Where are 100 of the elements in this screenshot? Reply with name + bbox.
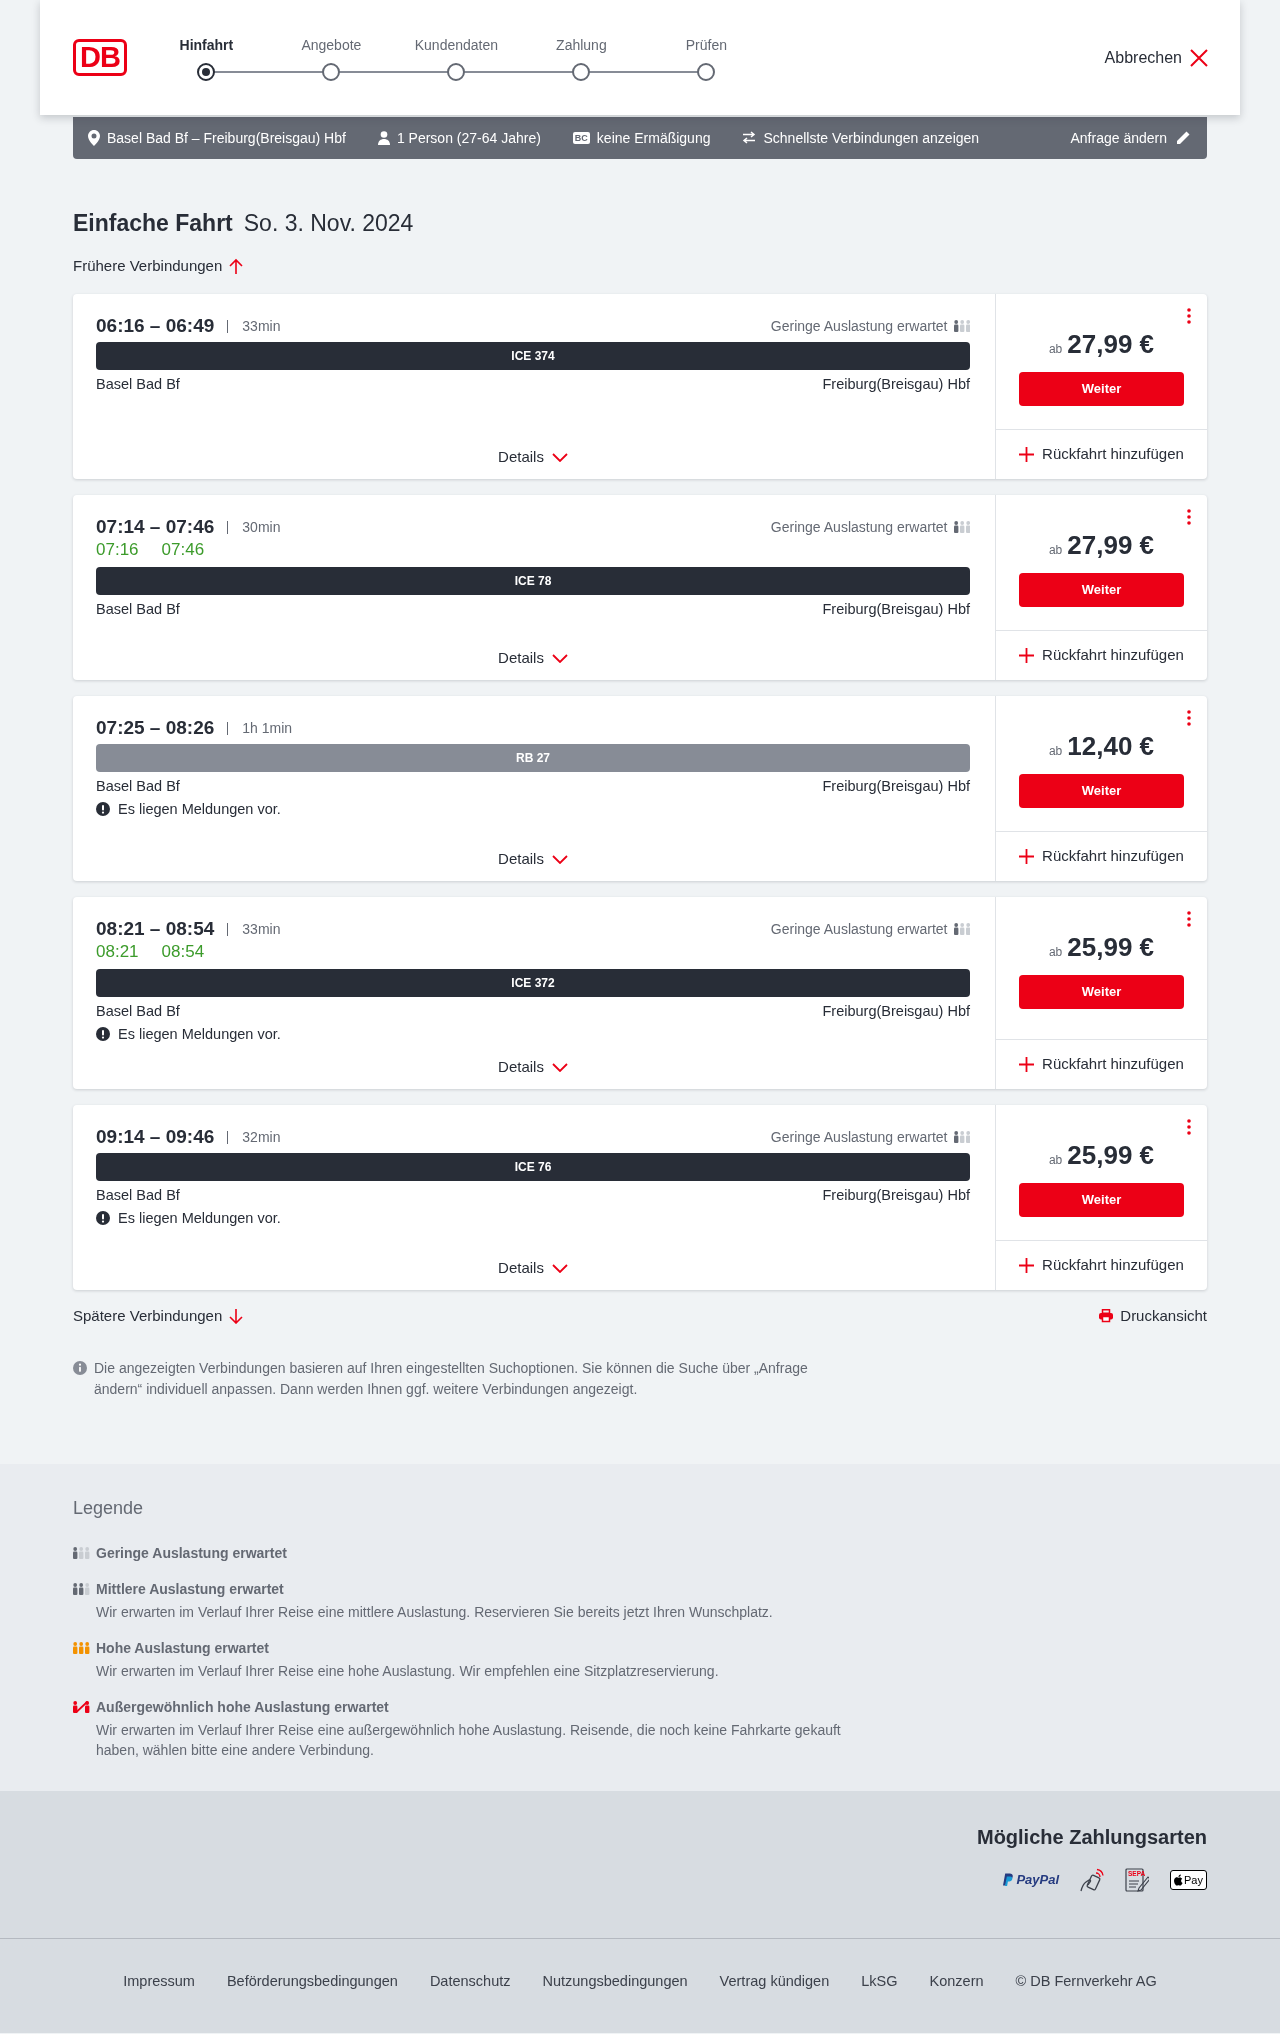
occupancy-text: Geringe Auslastung erwartet [770, 316, 948, 336]
plus-icon [1019, 849, 1035, 864]
train-bar: RB 27 [96, 744, 970, 772]
add-return-button[interactable]: Rückfahrt hinzufügen [1019, 1054, 1184, 1075]
notice-text: Es liegen Meldungen vor. [118, 800, 281, 819]
arrow-down-icon [229, 1308, 244, 1324]
payment-methods-title: Mögliche Zahlungsarten [976, 1825, 1207, 1850]
print-view-link[interactable]: Druckansicht [1099, 1305, 1207, 1327]
legend-item-title: Geringe Auslastung erwartet [96, 1544, 287, 1563]
duration-text: 1h 1min [227, 721, 293, 735]
step-label: Zahlung [556, 35, 607, 55]
plus-icon [1019, 648, 1035, 663]
connection-times: 06:16 – 06:49 [96, 314, 215, 339]
discount-badge: BC [572, 132, 590, 144]
continue-button[interactable]: Weiter [1019, 774, 1184, 808]
info-note: Die angezeigten Verbindungen basieren auf Ihren eingestellten Suchoptionen. Sie können die Suche über „Anfrage ändern“ individuell anpassen. Dann werden Ihnen ggf. weitere Verbindungen angezeigt. [94, 1359, 809, 1399]
legend-item-title: Hohe Auslastung erwartet [96, 1639, 269, 1658]
departure-station: Basel Bad Bf [96, 777, 180, 796]
price-text: 27,99 € [1067, 328, 1155, 360]
train-bar: ICE 76 [96, 1153, 970, 1181]
plus-icon [1019, 1057, 1035, 1072]
footer-link[interactable]: Nutzungsbedingungen [542, 1971, 688, 1991]
arrival-station: Freiburg(Breisgau) Hbf [822, 600, 970, 619]
footer-link[interactable]: Impressum [123, 1971, 195, 1991]
add-return-button[interactable]: Rückfahrt hinzufügen [1019, 645, 1184, 666]
notice-text: Es liegen Meldungen vor. [118, 1209, 281, 1228]
document-icon [1125, 1868, 1150, 1892]
step-label: Prüfen [685, 35, 727, 55]
add-return-button[interactable]: Rückfahrt hinzufügen [1019, 444, 1184, 465]
departure-station: Basel Bad Bf [96, 1186, 180, 1205]
arrival-station: Freiburg(Breisgau) Hbf [822, 375, 970, 394]
edit-request-link[interactable]: Anfrage ändern [1070, 128, 1191, 148]
duration-text: 32min [227, 1130, 281, 1144]
realtime-arrival: 08:54 [161, 941, 205, 963]
departure-station: Basel Bad Bf [96, 1002, 180, 1021]
p-mark-icon [1002, 1873, 1014, 1887]
logo[interactable]: DB [73, 39, 127, 76]
footer-link[interactable]: Datenschutz [429, 1971, 511, 1991]
more-icon[interactable] [1187, 308, 1191, 324]
legend-item-description: Wir erwarten im Verlauf Ihrer Reise eine hohe Auslastung. Wir empfehlen eine Sitzplatzreservierung. [96, 1662, 719, 1681]
occupancy-icon [73, 1547, 90, 1559]
swap-arrows-icon [742, 131, 757, 145]
legend-item-title: Außergewöhnlich hohe Auslastung erwartet [96, 1698, 389, 1717]
footer-link[interactable]: LkSG [861, 1971, 898, 1991]
continue-button[interactable]: Weiter [1019, 1183, 1184, 1217]
duration-text: 33min [227, 922, 281, 936]
details-button[interactable]: Details [498, 1056, 568, 1078]
arrow-up-icon [229, 258, 244, 274]
more-icon[interactable] [1187, 710, 1191, 726]
more-icon[interactable] [1187, 509, 1191, 525]
occupancy-icon [73, 1642, 90, 1654]
train-bar: ICE 374 [96, 342, 970, 370]
continue-button[interactable]: Weiter [1019, 573, 1184, 607]
continue-button[interactable]: Weiter [1019, 975, 1184, 1009]
details-button[interactable]: Details [498, 446, 568, 468]
earlier-connections-link[interactable]: Frühere Verbindungen [73, 255, 244, 277]
cancel-button[interactable]: Abbrechen [1104, 46, 1208, 69]
occupancy-text: Geringe Auslastung erwartet [770, 1127, 948, 1147]
add-return-button[interactable]: Rückfahrt hinzufügen [1019, 1255, 1184, 1276]
payment-label: PayPal [1016, 1871, 1060, 1889]
connection-times: 07:14 – 07:46 [96, 515, 215, 540]
hand-card-icon [1080, 1868, 1105, 1892]
arrival-station: Freiburg(Breisgau) Hbf [822, 1002, 970, 1021]
alert-icon [96, 802, 110, 816]
details-button[interactable]: Details [498, 1257, 568, 1279]
plus-icon [1019, 1258, 1035, 1273]
trip-type-title: Einfache Fahrt [73, 209, 233, 238]
arrival-station: Freiburg(Breisgau) Hbf [822, 1186, 970, 1205]
price-text: 25,99 € [1067, 931, 1155, 963]
more-icon[interactable] [1187, 911, 1191, 927]
realtime-departure: 08:21 [96, 941, 139, 963]
arrival-station: Freiburg(Breisgau) Hbf [822, 777, 970, 796]
realtime-departure: 07:16 [96, 539, 139, 561]
legend-item-title: Mittlere Auslastung erwartet [96, 1580, 284, 1599]
price-prefix: ab [1048, 1153, 1063, 1167]
step-label: Angebote [301, 35, 362, 55]
plus-icon [1019, 447, 1035, 462]
details-button[interactable]: Details [498, 647, 568, 669]
alert-icon [96, 1211, 110, 1225]
person-icon [377, 131, 390, 145]
more-icon[interactable] [1187, 1119, 1191, 1135]
details-button[interactable]: Details [498, 848, 568, 870]
occupancy-text: Geringe Auslastung erwartet [770, 517, 948, 537]
occupancy-icon [73, 1583, 90, 1595]
continue-button[interactable]: Weiter [1019, 372, 1184, 406]
close-icon [1190, 48, 1208, 67]
occupancy-icon [953, 1131, 970, 1143]
add-return-button[interactable]: Rückfahrt hinzufügen [1019, 846, 1184, 867]
train-bar: ICE 372 [96, 969, 970, 997]
footer-link[interactable]: Konzern [929, 1971, 984, 1991]
connection-times: 09:14 – 09:46 [96, 1125, 215, 1150]
occupancy-text: Geringe Auslastung erwartet [770, 919, 948, 939]
step-label: Hinfahrt [179, 35, 234, 55]
payment-label: Pay [1184, 1874, 1203, 1886]
later-connections-link[interactable]: Spätere Verbindungen [73, 1305, 244, 1327]
departure-station: Basel Bad Bf [96, 600, 180, 619]
footer-link[interactable]: Vertrag kündigen [719, 1971, 830, 1991]
footer-link[interactable]: Beförderungsbedingungen [226, 1971, 398, 1991]
price-text: 27,99 € [1067, 529, 1155, 561]
occupancy-icon [953, 320, 970, 332]
